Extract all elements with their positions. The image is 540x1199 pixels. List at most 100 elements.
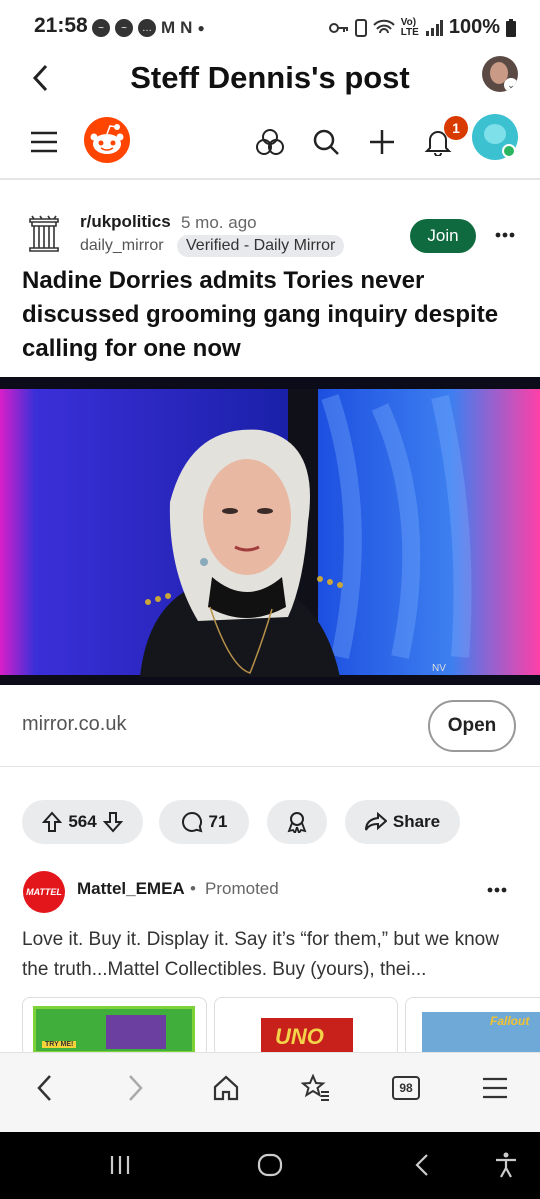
create-post-button[interactable] bbox=[360, 120, 404, 164]
user-avatar-button[interactable] bbox=[472, 114, 518, 160]
product-image: Fallout bbox=[422, 1012, 540, 1056]
award-button[interactable] bbox=[267, 800, 327, 844]
parliament-icon bbox=[29, 215, 59, 252]
more-dots-icon bbox=[495, 232, 515, 238]
product-label: Fallout bbox=[490, 1014, 530, 1028]
link-domain[interactable]: mirror.co.uk bbox=[22, 713, 126, 736]
advertiser-name[interactable]: Mattel_EMEA bbox=[77, 879, 185, 899]
vote-pill: 564 bbox=[22, 800, 143, 844]
home-icon bbox=[213, 1075, 239, 1101]
comments-button[interactable]: 71 bbox=[159, 800, 249, 844]
popular-icon bbox=[256, 129, 284, 155]
product-image: TRY ME! bbox=[33, 1006, 195, 1054]
status-bar: 21:58 ~ ~ … M N ● Vo) LTE 100% bbox=[0, 0, 540, 56]
browser-home-button[interactable] bbox=[204, 1066, 248, 1110]
browser-bookmarks-button[interactable] bbox=[294, 1066, 338, 1110]
notification-icons: ~ ~ … M N ● bbox=[92, 19, 205, 37]
messenger-icon: ~ bbox=[92, 19, 110, 37]
post-headline[interactable]: Nadine Dorries admits Tories never discu… bbox=[22, 264, 522, 366]
product-thumb[interactable]: UNO bbox=[214, 997, 398, 1057]
product-label: UNO bbox=[275, 1024, 324, 1049]
browser-menu-button[interactable] bbox=[473, 1066, 517, 1110]
post-age: 5 mo. ago bbox=[181, 213, 257, 232]
share-button[interactable]: Share bbox=[345, 800, 460, 844]
key-icon bbox=[328, 22, 348, 33]
status-time: 21:58 bbox=[34, 14, 88, 37]
profile-avatar-button[interactable]: ⌄ bbox=[482, 56, 518, 92]
tabs-icon: 98 bbox=[392, 1076, 420, 1100]
author-name[interactable]: daily_mirror bbox=[80, 237, 164, 255]
volte-icon: Vo) LTE bbox=[400, 16, 419, 38]
notification-count-badge: 1 bbox=[444, 116, 468, 140]
menu-button[interactable] bbox=[22, 120, 66, 164]
product-thumb[interactable]: TRY ME! bbox=[22, 997, 207, 1057]
join-button[interactable]: Join bbox=[410, 219, 476, 253]
nfc-icon bbox=[354, 18, 367, 37]
promo-overflow-button[interactable] bbox=[480, 875, 514, 905]
reddit-logo-icon bbox=[84, 117, 130, 163]
tab-count: 98 bbox=[399, 1081, 413, 1095]
divider bbox=[0, 766, 540, 767]
share-label: Share bbox=[392, 812, 441, 831]
plus-icon bbox=[370, 130, 394, 154]
promoted-label: Promoted bbox=[205, 879, 279, 898]
subreddit-icon[interactable] bbox=[24, 214, 64, 254]
promoted-text[interactable]: Love it. Buy it. Display it. Say it’s “f… bbox=[22, 925, 522, 985]
post-overflow-button[interactable] bbox=[488, 220, 522, 250]
upvote-icon[interactable] bbox=[42, 811, 63, 833]
android-back-button[interactable] bbox=[402, 1146, 442, 1184]
browser-forward-button[interactable] bbox=[114, 1066, 158, 1110]
separator-dot: • bbox=[190, 879, 196, 898]
hamburger-icon bbox=[31, 131, 57, 153]
search-icon bbox=[313, 129, 339, 155]
news-photo: NV bbox=[0, 377, 540, 685]
dot-icon: ● bbox=[197, 21, 205, 35]
verified-badge: Verified - Daily Mirror bbox=[177, 235, 345, 257]
product-figure bbox=[106, 1015, 166, 1049]
home-circle-icon bbox=[257, 1153, 283, 1177]
product-label: TRY ME! bbox=[42, 1041, 77, 1048]
signal-icon bbox=[425, 19, 443, 36]
android-home-button[interactable] bbox=[250, 1146, 290, 1184]
chevron-left-icon bbox=[415, 1154, 428, 1176]
chevron-down-icon: ⌄ bbox=[504, 78, 518, 92]
search-button[interactable] bbox=[304, 120, 348, 164]
accessibility-icon bbox=[496, 1152, 516, 1178]
product-image: UNO bbox=[261, 1018, 353, 1056]
post-image[interactable]: NV bbox=[0, 377, 540, 685]
star-list-icon bbox=[301, 1074, 329, 1101]
downvote-icon[interactable] bbox=[102, 811, 123, 833]
wifi-icon bbox=[372, 19, 395, 33]
title-bar: Steff Dennis's post ⌄ bbox=[0, 56, 540, 107]
chat-icon: … bbox=[138, 19, 156, 37]
browser-tabs-button[interactable]: 98 bbox=[384, 1066, 428, 1110]
award-icon bbox=[287, 812, 307, 833]
share-arrow-icon bbox=[364, 812, 387, 831]
chevron-right-icon bbox=[129, 1075, 143, 1101]
page-title: Steff Dennis's post bbox=[130, 60, 410, 95]
reddit-logo-button[interactable] bbox=[83, 116, 131, 164]
browser-toolbar bbox=[0, 1052, 540, 1133]
popular-button[interactable] bbox=[248, 120, 292, 164]
battery-percent: 100% bbox=[448, 16, 500, 38]
image-watermark: NV bbox=[432, 663, 446, 674]
chevron-left-icon bbox=[37, 1075, 51, 1101]
recents-icon bbox=[110, 1156, 130, 1174]
snoo-avatar-icon bbox=[484, 124, 506, 144]
subreddit-name[interactable]: r/ukpolitics bbox=[80, 212, 171, 232]
battery-icon bbox=[506, 18, 516, 37]
system-status: Vo) LTE 100% bbox=[328, 16, 516, 39]
hamburger-icon bbox=[483, 1077, 507, 1099]
online-status-dot bbox=[502, 144, 516, 158]
product-thumb[interactable]: Fallout bbox=[405, 997, 540, 1057]
advertiser-avatar[interactable]: MATTEL bbox=[23, 871, 65, 913]
accessibility-button[interactable] bbox=[486, 1146, 526, 1184]
recent-apps-button[interactable] bbox=[100, 1146, 140, 1184]
upvote-count: 564 bbox=[68, 812, 97, 831]
messenger-icon: ~ bbox=[115, 19, 133, 37]
open-link-button[interactable]: Open bbox=[428, 700, 516, 752]
browser-back-button[interactable] bbox=[22, 1066, 66, 1110]
comment-icon bbox=[181, 811, 202, 833]
more-dots-icon bbox=[487, 887, 507, 893]
gmail-icon: M bbox=[161, 18, 176, 37]
